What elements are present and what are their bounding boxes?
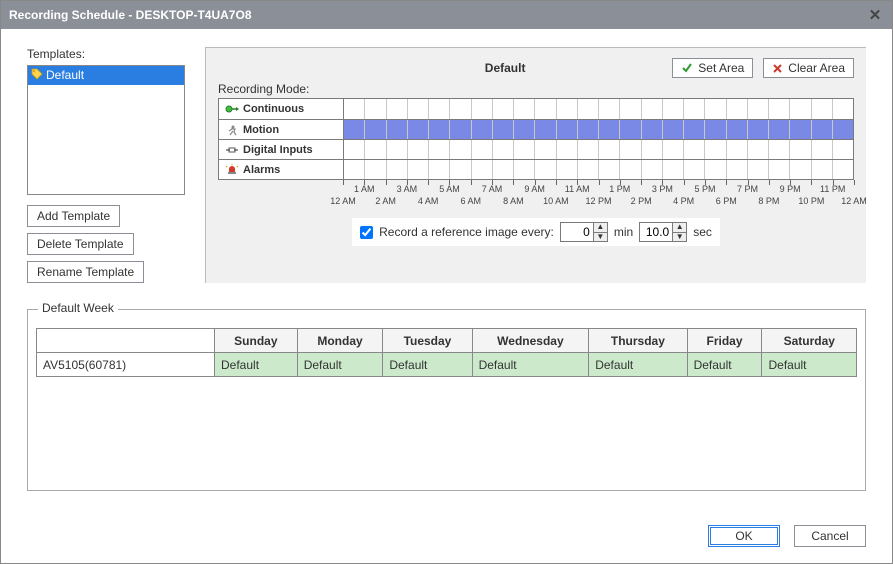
digital-inputs-strip[interactable] <box>344 140 853 159</box>
title-bar: Recording Schedule - DESKTOP-T4UA7O8 ✕ <box>1 1 892 29</box>
day-header: Friday <box>687 329 762 353</box>
day-header: Monday <box>297 329 383 353</box>
motion-strip[interactable] <box>344 120 853 139</box>
day-header: Sunday <box>215 329 298 353</box>
ref-min-input[interactable] <box>561 223 593 241</box>
reference-image-checkbox[interactable] <box>360 226 373 239</box>
templates-label: Templates: <box>27 47 185 61</box>
day-header: Saturday <box>762 329 857 353</box>
recording-mode-grid: Continuous Motion <box>218 98 854 180</box>
window-title: Recording Schedule - DESKTOP-T4UA7O8 <box>9 8 252 22</box>
mode-digital-inputs: Digital Inputs <box>219 140 344 159</box>
template-item-label: Default <box>46 68 84 82</box>
day-header: Tuesday <box>383 329 472 353</box>
add-template-button[interactable]: Add Template <box>27 205 120 227</box>
device-cell: AV5105(60781) <box>37 353 215 377</box>
templates-panel: Templates: Default Add Template Delete T… <box>27 47 185 283</box>
default-week-table: Sunday Monday Tuesday Wednesday Thursday… <box>36 328 857 377</box>
close-icon[interactable]: ✕ <box>866 6 884 24</box>
day-header: Wednesday <box>472 329 589 353</box>
sec-unit: sec <box>693 225 712 239</box>
day-cell[interactable]: Default <box>472 353 589 377</box>
template-title: Default <box>338 61 672 75</box>
day-cell[interactable]: Default <box>215 353 298 377</box>
mode-alarms: Alarms <box>219 160 344 179</box>
schedule-panel: Default Set Area Clear Area Recording Mo… <box>205 47 866 283</box>
ref-sec-input[interactable] <box>640 223 672 241</box>
reference-image-label: Record a reference image every: <box>379 225 554 239</box>
template-item-default[interactable]: Default <box>28 66 184 85</box>
digital-inputs-icon <box>225 145 239 155</box>
alarm-icon <box>225 164 239 176</box>
recording-schedule-window: Recording Schedule - DESKTOP-T4UA7O8 ✕ T… <box>0 0 893 564</box>
delete-template-button[interactable]: Delete Template <box>27 233 134 255</box>
spinner-down-icon[interactable]: ▼ <box>594 233 607 242</box>
motion-icon <box>225 124 239 136</box>
table-header-row: Sunday Monday Tuesday Wednesday Thursday… <box>37 329 857 353</box>
set-area-button[interactable]: Set Area <box>672 58 753 78</box>
table-row: AV5105(60781) Default Default Default De… <box>37 353 857 377</box>
recording-mode-label: Recording Mode: <box>218 82 854 96</box>
template-icon <box>31 68 43 80</box>
day-header: Thursday <box>589 329 687 353</box>
ref-min-spinner[interactable]: ▲▼ <box>560 222 608 242</box>
templates-list[interactable]: Default <box>27 65 185 195</box>
ref-sec-spinner[interactable]: ▲▼ <box>639 222 687 242</box>
mode-motion: Motion <box>219 120 344 139</box>
min-unit: min <box>614 225 633 239</box>
mode-continuous: Continuous <box>219 99 344 119</box>
day-cell[interactable]: Default <box>762 353 857 377</box>
alarms-strip[interactable] <box>344 160 853 179</box>
x-icon <box>772 63 783 74</box>
dialog-footer: OK Cancel <box>1 517 892 563</box>
time-axis: 12 AM1 AM2 AM3 AM4 AM5 AM6 AM7 AM8 AM9 A… <box>343 180 854 212</box>
cancel-button[interactable]: Cancel <box>794 525 866 547</box>
ok-button[interactable]: OK <box>708 525 780 547</box>
reference-image-row: Record a reference image every: ▲▼ min ▲… <box>352 218 720 246</box>
day-cell[interactable]: Default <box>687 353 762 377</box>
clear-area-button[interactable]: Clear Area <box>763 58 854 78</box>
spinner-down-icon[interactable]: ▼ <box>673 233 686 242</box>
day-cell[interactable]: Default <box>589 353 687 377</box>
continuous-icon <box>225 104 239 114</box>
check-icon <box>681 62 693 74</box>
day-cell[interactable]: Default <box>297 353 383 377</box>
rename-template-button[interactable]: Rename Template <box>27 261 144 283</box>
default-week-legend: Default Week <box>38 301 118 315</box>
default-week-fieldset: Default Week Sunday Monday Tuesday Wedne… <box>27 309 866 491</box>
continuous-strip[interactable] <box>344 99 853 119</box>
day-cell[interactable]: Default <box>383 353 472 377</box>
